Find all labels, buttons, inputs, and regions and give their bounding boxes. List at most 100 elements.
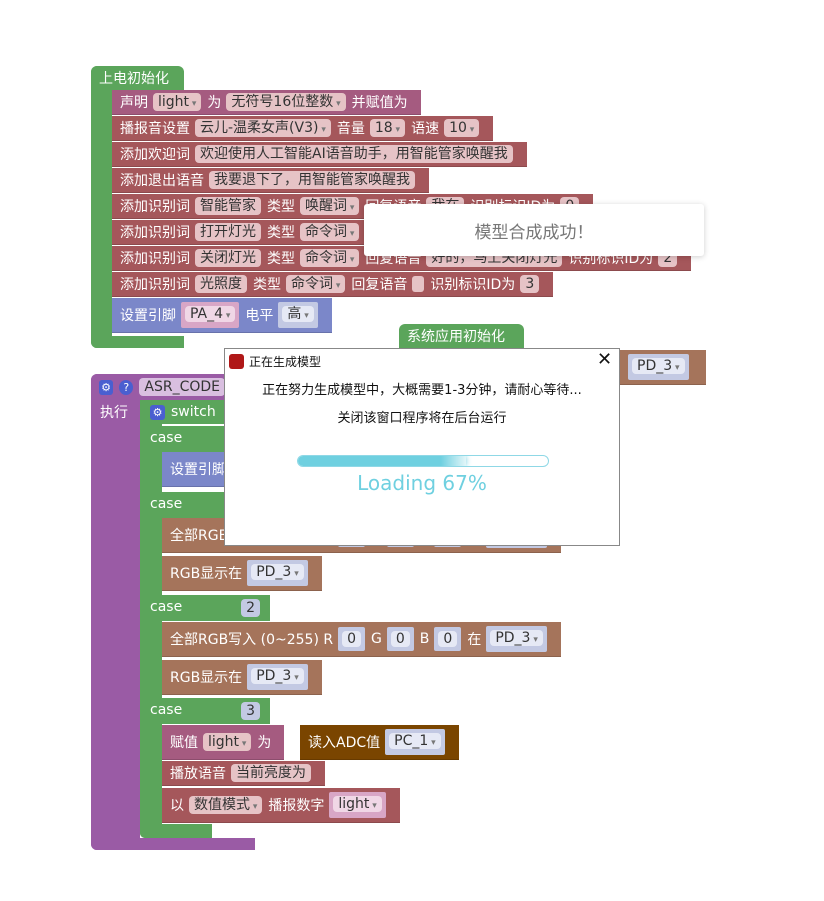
- dropdown-field[interactable]: PC_1: [389, 733, 441, 749]
- text-field[interactable]: 关闭灯光: [195, 249, 261, 267]
- value-socket: PA_4: [181, 302, 240, 328]
- code-block[interactable]: 以数值模式播报数字 light: [162, 788, 400, 823]
- gear-icon[interactable]: ⚙: [99, 379, 114, 395]
- case-1: case: [140, 492, 225, 518]
- asr-header[interactable]: ⚙? ASR_CODE: [91, 374, 231, 400]
- case-value[interactable]: 3: [241, 702, 260, 720]
- block-label: 全部RGB写入 (0~255) R: [170, 632, 334, 648]
- dropdown-field[interactable]: 10: [444, 119, 480, 137]
- switch-header[interactable]: ⚙ switch: [140, 400, 225, 424]
- progress-fill: [298, 456, 466, 466]
- loading-dialog: 正在生成模型 ✕ 正在努力生成模型中，大概需要1-3分钟，请耐心等待... 关闭…: [224, 348, 620, 546]
- value-socket: 0: [434, 627, 462, 651]
- block-label: 在: [467, 632, 482, 648]
- block-label: G: [371, 631, 382, 647]
- dropdown-field[interactable]: 命令词: [300, 249, 360, 267]
- dropdown-field[interactable]: 无符号16位整数: [226, 93, 346, 111]
- switch-label: switch: [171, 404, 216, 420]
- block-label: 添加退出语音: [120, 173, 204, 189]
- code-block[interactable]: 赋值 light 为: [162, 725, 285, 760]
- code-block[interactable]: 播报音设置云儿-温柔女声(V3) 音量18 语速10: [112, 116, 494, 141]
- dropdown-field[interactable]: light: [333, 796, 382, 812]
- case-3: case 3: [140, 698, 270, 724]
- text-field[interactable]: 3: [520, 275, 540, 293]
- exec-label: 执行: [100, 405, 128, 421]
- dropdown-field[interactable]: light: [153, 93, 202, 111]
- value-socket: PD_3: [486, 626, 547, 652]
- app-init-hat[interactable]: 系统应用初始化: [399, 324, 524, 348]
- text-field[interactable]: 我要退下了，用智能管家唤醒我: [209, 171, 415, 189]
- block-label: RGB显示在: [170, 566, 243, 582]
- case-value[interactable]: 2: [241, 599, 260, 617]
- text-field[interactable]: 光照度: [195, 275, 247, 293]
- app-init-block[interactable]: PD_3: [620, 350, 706, 385]
- asr-bottom: [91, 838, 255, 850]
- block-label: 添加识别词: [120, 199, 190, 215]
- block-label: 音量: [336, 121, 365, 137]
- block-label: 类型: [267, 225, 295, 241]
- code-block[interactable]: 添加欢迎词 欢迎使用人工智能AI语音助手，用智能管家唤醒我: [112, 142, 527, 167]
- dropdown-field[interactable]: 云儿-温柔女声(V3): [195, 119, 331, 137]
- block-label: 为: [257, 735, 272, 751]
- block-label: 识别标识ID为: [430, 277, 516, 293]
- code-block[interactable]: RGB显示在 PD_3: [162, 660, 322, 695]
- code-block[interactable]: 播放语音 当前亮度为: [162, 761, 325, 786]
- gear-icon[interactable]: ⚙: [150, 404, 165, 420]
- dropdown-field[interactable]: light: [203, 733, 252, 751]
- dropdown-field[interactable]: 命令词: [300, 223, 360, 241]
- setup-hat[interactable]: 上电初始化: [91, 66, 184, 90]
- code-block[interactable]: 添加识别词光照度类型命令词回复语音 识别标识ID为3: [112, 272, 554, 297]
- block-label: 以: [170, 798, 184, 814]
- block-label: 设置引脚: [170, 462, 226, 478]
- dropdown-field[interactable]: 18: [369, 119, 406, 137]
- text-field[interactable]: 智能管家: [195, 197, 261, 215]
- close-icon[interactable]: ✕: [597, 349, 612, 370]
- dropdown-field[interactable]: 高: [282, 306, 314, 322]
- block-label: 电平: [245, 308, 274, 324]
- block-label: 播放语音: [170, 766, 226, 782]
- case-0: case: [140, 426, 225, 452]
- code-block[interactable]: 声明 light 为无符号16位整数并赋值为: [112, 90, 421, 115]
- dropdown-field[interactable]: PA_4: [185, 306, 236, 322]
- code-block[interactable]: RGB显示在 PD_3: [162, 556, 322, 591]
- setup-block-frame[interactable]: [91, 66, 112, 348]
- block-label: 播报数字: [268, 798, 325, 814]
- block-label: 添加识别词: [120, 251, 190, 267]
- pin-dropdown[interactable]: PD_3: [632, 358, 685, 374]
- text-field[interactable]: 欢迎使用人工智能AI语音助手，用智能管家唤醒我: [195, 145, 513, 163]
- dropdown-field[interactable]: 唤醒词: [300, 197, 360, 215]
- progress-bar: [297, 455, 549, 467]
- code-block[interactable]: 设置引脚 PA_4 电平高: [112, 298, 332, 333]
- code-block[interactable]: 全部RGB写入 (0~255) R0G0B0在PD_3: [162, 622, 561, 657]
- dropdown-field[interactable]: 数值模式: [189, 796, 263, 814]
- block-label: 设置引脚: [120, 308, 176, 324]
- dropdown-field[interactable]: PD_3: [251, 668, 304, 684]
- dropdown-field[interactable]: 命令词: [286, 275, 346, 293]
- number-field[interactable]: 0: [342, 631, 362, 647]
- asr-code-field[interactable]: ASR_CODE: [139, 378, 225, 396]
- code-block[interactable]: 读入ADC值 PC_1: [300, 725, 459, 760]
- app-init-title: 系统应用初始化: [407, 329, 505, 345]
- help-icon[interactable]: ?: [119, 379, 134, 395]
- block-label: 类型: [267, 251, 295, 267]
- block-label: 播报音设置: [120, 121, 190, 137]
- dropdown-field[interactable]: PD_3: [251, 564, 304, 580]
- value-socket: light: [329, 792, 386, 818]
- block-label: 赋值: [170, 735, 198, 751]
- text-field[interactable]: 当前亮度为: [231, 764, 311, 782]
- number-field[interactable]: 0: [438, 631, 458, 647]
- code-block[interactable]: 添加退出语音 我要退下了，用智能管家唤醒我: [112, 168, 429, 193]
- asr-block-frame[interactable]: [91, 374, 140, 850]
- dropdown-field[interactable]: PD_3: [490, 630, 543, 646]
- block-label: 添加欢迎词: [120, 147, 190, 163]
- value-socket: PD_3: [247, 664, 308, 690]
- setup-title: 上电初始化: [99, 71, 169, 87]
- text-field[interactable]: 打开灯光: [195, 223, 261, 241]
- value-socket: 0: [386, 627, 414, 651]
- dialog-line1: 正在努力生成模型中，大概需要1-3分钟，请耐心等待...: [262, 383, 582, 398]
- empty-text-field[interactable]: [412, 276, 425, 292]
- number-field[interactable]: 0: [390, 631, 410, 647]
- toast: 模型合成成功！: [364, 204, 704, 256]
- dialog-line2: 关闭该窗口程序将在后台运行: [337, 411, 507, 426]
- block-label: 语速: [411, 121, 440, 137]
